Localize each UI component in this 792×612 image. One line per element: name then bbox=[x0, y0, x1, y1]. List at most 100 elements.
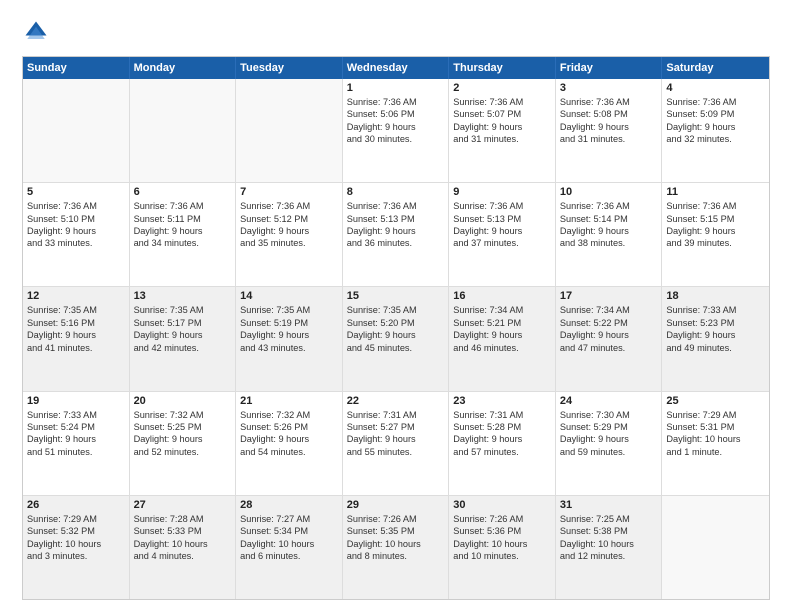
cal-cell-w2-d0: 12Sunrise: 7:35 AMSunset: 5:16 PMDayligh… bbox=[23, 287, 130, 390]
cell-line: Daylight: 9 hours bbox=[27, 433, 125, 445]
cell-line: Sunset: 5:36 PM bbox=[453, 525, 551, 537]
cell-line: and 35 minutes. bbox=[240, 237, 338, 249]
day-number: 14 bbox=[240, 290, 338, 302]
day-number: 5 bbox=[27, 186, 125, 198]
header bbox=[22, 18, 770, 46]
day-number: 21 bbox=[240, 395, 338, 407]
cell-line: Sunrise: 7:33 AM bbox=[27, 409, 125, 421]
cell-line: Sunrise: 7:32 AM bbox=[134, 409, 232, 421]
cell-line: Daylight: 9 hours bbox=[347, 121, 445, 133]
cell-line: Daylight: 9 hours bbox=[666, 225, 765, 237]
day-number: 25 bbox=[666, 395, 765, 407]
cal-cell-w2-d2: 14Sunrise: 7:35 AMSunset: 5:19 PMDayligh… bbox=[236, 287, 343, 390]
cell-line: Sunrise: 7:33 AM bbox=[666, 304, 765, 316]
cal-cell-w2-d4: 16Sunrise: 7:34 AMSunset: 5:21 PMDayligh… bbox=[449, 287, 556, 390]
cell-line: Sunset: 5:14 PM bbox=[560, 213, 658, 225]
cal-cell-w1-d2: 7Sunrise: 7:36 AMSunset: 5:12 PMDaylight… bbox=[236, 183, 343, 286]
calendar-body: 1Sunrise: 7:36 AMSunset: 5:06 PMDaylight… bbox=[23, 79, 769, 599]
cell-line: Sunset: 5:38 PM bbox=[560, 525, 658, 537]
cell-line: and 1 minute. bbox=[666, 446, 765, 458]
cell-line: and 33 minutes. bbox=[27, 237, 125, 249]
cell-line: Daylight: 10 hours bbox=[666, 433, 765, 445]
cell-line: and 42 minutes. bbox=[134, 342, 232, 354]
cal-cell-w1-d5: 10Sunrise: 7:36 AMSunset: 5:14 PMDayligh… bbox=[556, 183, 663, 286]
cell-line: Sunset: 5:09 PM bbox=[666, 108, 765, 120]
cell-line: Daylight: 9 hours bbox=[134, 433, 232, 445]
cell-line: Sunset: 5:15 PM bbox=[666, 213, 765, 225]
cell-line: Sunrise: 7:35 AM bbox=[240, 304, 338, 316]
day-number: 10 bbox=[560, 186, 658, 198]
day-number: 15 bbox=[347, 290, 445, 302]
cell-line: Sunrise: 7:30 AM bbox=[560, 409, 658, 421]
cell-line: Sunset: 5:21 PM bbox=[453, 317, 551, 329]
cell-line: Sunset: 5:13 PM bbox=[347, 213, 445, 225]
day-number: 30 bbox=[453, 499, 551, 511]
cal-cell-w3-d5: 24Sunrise: 7:30 AMSunset: 5:29 PMDayligh… bbox=[556, 392, 663, 495]
cell-line: and 12 minutes. bbox=[560, 550, 658, 562]
cell-line: Sunrise: 7:26 AM bbox=[347, 513, 445, 525]
cell-line: Sunrise: 7:36 AM bbox=[560, 96, 658, 108]
day-number: 17 bbox=[560, 290, 658, 302]
cell-line: Sunset: 5:10 PM bbox=[27, 213, 125, 225]
day-number: 9 bbox=[453, 186, 551, 198]
cal-cell-w4-d6 bbox=[662, 496, 769, 599]
cell-line: Daylight: 9 hours bbox=[666, 329, 765, 341]
cell-line: Sunrise: 7:36 AM bbox=[453, 200, 551, 212]
day-number: 2 bbox=[453, 82, 551, 94]
cell-line: and 59 minutes. bbox=[560, 446, 658, 458]
cal-cell-w0-d2 bbox=[236, 79, 343, 182]
cell-line: and 47 minutes. bbox=[560, 342, 658, 354]
cal-cell-w4-d5: 31Sunrise: 7:25 AMSunset: 5:38 PMDayligh… bbox=[556, 496, 663, 599]
cal-cell-w3-d1: 20Sunrise: 7:32 AMSunset: 5:25 PMDayligh… bbox=[130, 392, 237, 495]
cell-line: and 37 minutes. bbox=[453, 237, 551, 249]
cal-cell-w1-d0: 5Sunrise: 7:36 AMSunset: 5:10 PMDaylight… bbox=[23, 183, 130, 286]
cell-line: Sunset: 5:26 PM bbox=[240, 421, 338, 433]
cell-line: Sunrise: 7:35 AM bbox=[347, 304, 445, 316]
cell-line: Sunrise: 7:34 AM bbox=[560, 304, 658, 316]
cell-line: Sunset: 5:31 PM bbox=[666, 421, 765, 433]
cal-week-1: 5Sunrise: 7:36 AMSunset: 5:10 PMDaylight… bbox=[23, 183, 769, 287]
cell-line: Sunrise: 7:32 AM bbox=[240, 409, 338, 421]
cell-line: Sunrise: 7:36 AM bbox=[666, 96, 765, 108]
cal-cell-w0-d4: 2Sunrise: 7:36 AMSunset: 5:07 PMDaylight… bbox=[449, 79, 556, 182]
cell-line: Sunrise: 7:28 AM bbox=[134, 513, 232, 525]
cell-line: Sunset: 5:16 PM bbox=[27, 317, 125, 329]
cell-line: Sunset: 5:11 PM bbox=[134, 213, 232, 225]
cell-line: Sunset: 5:06 PM bbox=[347, 108, 445, 120]
cell-line: Sunrise: 7:31 AM bbox=[453, 409, 551, 421]
cal-cell-w3-d2: 21Sunrise: 7:32 AMSunset: 5:26 PMDayligh… bbox=[236, 392, 343, 495]
cal-cell-w0-d5: 3Sunrise: 7:36 AMSunset: 5:08 PMDaylight… bbox=[556, 79, 663, 182]
cell-line: Sunset: 5:08 PM bbox=[560, 108, 658, 120]
day-number: 18 bbox=[666, 290, 765, 302]
day-number: 28 bbox=[240, 499, 338, 511]
cal-header-day-3: Wednesday bbox=[343, 57, 450, 79]
cal-cell-w1-d1: 6Sunrise: 7:36 AMSunset: 5:11 PMDaylight… bbox=[130, 183, 237, 286]
cal-cell-w1-d6: 11Sunrise: 7:36 AMSunset: 5:15 PMDayligh… bbox=[662, 183, 769, 286]
cell-line: Daylight: 9 hours bbox=[347, 329, 445, 341]
cell-line: Sunrise: 7:26 AM bbox=[453, 513, 551, 525]
cell-line: Sunset: 5:20 PM bbox=[347, 317, 445, 329]
cal-cell-w1-d4: 9Sunrise: 7:36 AMSunset: 5:13 PMDaylight… bbox=[449, 183, 556, 286]
page: SundayMondayTuesdayWednesdayThursdayFrid… bbox=[0, 0, 792, 612]
day-number: 16 bbox=[453, 290, 551, 302]
day-number: 23 bbox=[453, 395, 551, 407]
cell-line: and 6 minutes. bbox=[240, 550, 338, 562]
cell-line: Daylight: 9 hours bbox=[240, 329, 338, 341]
cell-line: Daylight: 9 hours bbox=[560, 225, 658, 237]
cell-line: and 41 minutes. bbox=[27, 342, 125, 354]
day-number: 3 bbox=[560, 82, 658, 94]
cell-line: Sunrise: 7:29 AM bbox=[666, 409, 765, 421]
day-number: 31 bbox=[560, 499, 658, 511]
cell-line: and 51 minutes. bbox=[27, 446, 125, 458]
cell-line: Sunset: 5:07 PM bbox=[453, 108, 551, 120]
cell-line: Daylight: 9 hours bbox=[240, 225, 338, 237]
cell-line: Sunrise: 7:35 AM bbox=[27, 304, 125, 316]
day-number: 6 bbox=[134, 186, 232, 198]
cal-cell-w2-d5: 17Sunrise: 7:34 AMSunset: 5:22 PMDayligh… bbox=[556, 287, 663, 390]
cell-line: Daylight: 9 hours bbox=[560, 433, 658, 445]
day-number: 22 bbox=[347, 395, 445, 407]
cell-line: Daylight: 9 hours bbox=[27, 225, 125, 237]
cell-line: Sunset: 5:17 PM bbox=[134, 317, 232, 329]
day-number: 8 bbox=[347, 186, 445, 198]
cal-cell-w0-d3: 1Sunrise: 7:36 AMSunset: 5:06 PMDaylight… bbox=[343, 79, 450, 182]
